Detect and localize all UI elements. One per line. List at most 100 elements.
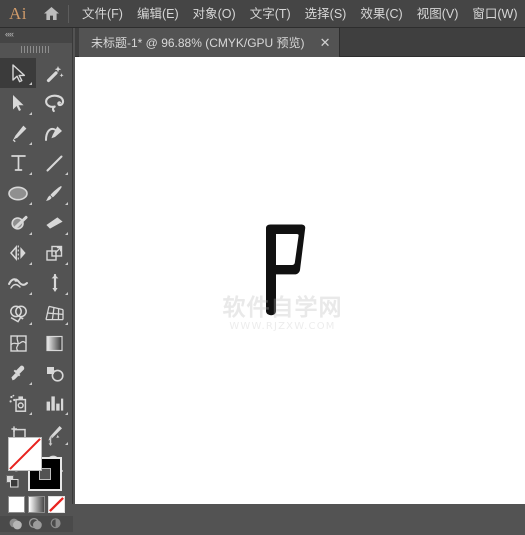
column-graph-tool[interactable] xyxy=(36,388,72,418)
eyedropper-tool-icon xyxy=(10,365,24,380)
symbol-sprayer-tool-icon xyxy=(9,394,26,412)
tool-flyout-corner xyxy=(29,292,32,295)
free-transform-tool-icon xyxy=(51,273,58,292)
menu-select[interactable]: 选择(S) xyxy=(298,3,354,25)
draw-normal-button[interactable] xyxy=(8,516,24,530)
tool-flyout-corner xyxy=(29,382,32,385)
perspective-grid-tool[interactable] xyxy=(36,298,72,328)
draw-normal-icon xyxy=(9,518,22,530)
blend-tool-icon xyxy=(46,366,64,382)
gradient-button[interactable] xyxy=(28,496,45,513)
tool-flyout-corner xyxy=(29,172,32,175)
swap-fill-stroke-icon[interactable] xyxy=(47,434,61,448)
tool-flyout-corner xyxy=(65,412,68,415)
shape-builder-tool[interactable] xyxy=(0,298,36,328)
tool-flyout-corner xyxy=(65,322,68,325)
tool-flyout-corner xyxy=(29,202,32,205)
none-button[interactable] xyxy=(48,496,65,513)
menu-file[interactable]: 文件(F) xyxy=(75,3,130,25)
home-icon-svg xyxy=(43,7,59,20)
app-logo: Ai xyxy=(9,3,27,23)
none-slash-icon xyxy=(49,497,64,512)
default-fill-stroke-icon[interactable] xyxy=(6,475,19,488)
color-button[interactable] xyxy=(8,496,25,513)
width-tool[interactable] xyxy=(0,268,36,298)
tool-flyout-corner xyxy=(65,202,68,205)
shaper-tool[interactable] xyxy=(0,208,36,238)
collapse-panel-icon[interactable]: «« xyxy=(0,28,72,43)
menu-separator xyxy=(68,4,69,23)
menu-view[interactable]: 视图(V) xyxy=(410,3,466,25)
lasso-tool-icon xyxy=(44,94,64,112)
tool-flyout-corner xyxy=(65,172,68,175)
direct-selection-tool[interactable] xyxy=(0,88,36,118)
mesh-tool[interactable] xyxy=(0,328,36,358)
curvature-tool[interactable] xyxy=(36,118,72,148)
magic-wand-tool-icon xyxy=(46,65,64,82)
fill-none-slash-icon xyxy=(9,438,41,470)
pen-tool[interactable] xyxy=(0,118,36,148)
selection-tool-icon xyxy=(11,63,25,82)
shape-builder-tool-icon xyxy=(9,304,27,323)
shaper-tool-icon xyxy=(10,215,27,230)
menu-window[interactable]: 窗口(W) xyxy=(465,3,524,25)
magic-wand-tool[interactable] xyxy=(36,58,72,88)
gradient-tool[interactable] xyxy=(36,328,72,358)
pen-tool-icon xyxy=(12,125,26,142)
blend-tool[interactable] xyxy=(36,358,72,388)
document-tab-title: 未标题-1* @ 96.88% (CMYK/GPU 预览) xyxy=(91,36,305,50)
eraser-tool[interactable] xyxy=(36,208,72,238)
tool-flyout-corner xyxy=(29,232,32,235)
tool-flyout-corner xyxy=(29,322,32,325)
scale-tool-icon xyxy=(45,245,62,261)
draw-inside-icon xyxy=(50,518,61,529)
fill-swatch[interactable] xyxy=(8,437,42,471)
ellipse-tool-icon xyxy=(8,186,28,200)
menu-object[interactable]: 对象(O) xyxy=(186,3,243,25)
line-segment-tool[interactable] xyxy=(36,148,72,178)
free-transform-tool[interactable] xyxy=(36,268,72,298)
symbol-sprayer-tool[interactable] xyxy=(0,388,36,418)
scale-tool[interactable] xyxy=(36,238,72,268)
tool-flyout-corner xyxy=(29,82,32,85)
type-tool[interactable] xyxy=(0,148,36,178)
home-icon[interactable] xyxy=(36,0,66,28)
swap-arrow-icon xyxy=(48,435,60,446)
direct-selection-tool-icon xyxy=(13,95,24,111)
tool-flyout-corner xyxy=(65,232,68,235)
paintbrush-tool[interactable] xyxy=(36,178,72,208)
type-tool-icon xyxy=(10,155,26,171)
document-canvas[interactable]: 软件自学网 WWW.RJZXW.COM xyxy=(75,57,525,504)
paintbrush-tool-icon xyxy=(46,185,62,201)
tool-grid xyxy=(0,56,72,478)
menu-edit[interactable]: 编辑(E) xyxy=(130,3,186,25)
menu-type[interactable]: 文字(T) xyxy=(243,3,298,25)
eyedropper-tool[interactable] xyxy=(0,358,36,388)
tool-flyout-corner xyxy=(65,292,68,295)
mesh-tool-icon xyxy=(9,334,27,352)
document-tab-bar: 未标题-1* @ 96.88% (CMYK/GPU 预览) ✕ xyxy=(75,28,525,57)
tool-flyout-corner xyxy=(29,112,32,115)
default-swatch-icon xyxy=(6,475,19,488)
reflect-tool[interactable] xyxy=(0,238,36,268)
fill-stroke-group xyxy=(0,433,73,495)
column-graph-tool-icon xyxy=(46,396,63,411)
p-shape-fill xyxy=(266,224,306,316)
draw-behind-button[interactable] xyxy=(28,516,44,530)
lasso-tool[interactable] xyxy=(36,88,72,118)
gradient-tool-icon xyxy=(45,335,63,351)
close-icon[interactable]: ✕ xyxy=(317,36,334,50)
document-tab[interactable]: 未标题-1* @ 96.88% (CMYK/GPU 预览) ✕ xyxy=(79,28,341,57)
menu-effect[interactable]: 效果(C) xyxy=(353,3,409,25)
draw-inside-button[interactable] xyxy=(48,516,64,530)
menu-bar: Ai 文件(F) 编辑(E) 对象(O) 文字(T) 选择(S) 效果(C) 视… xyxy=(0,0,525,28)
selection-tool[interactable] xyxy=(0,58,36,88)
tool-flyout-corner xyxy=(29,262,32,265)
tool-panel: «« xyxy=(0,28,73,532)
panel-grip-dots xyxy=(21,46,51,53)
width-tool-icon xyxy=(8,277,28,289)
p-shape-path[interactable] xyxy=(75,57,525,504)
ellipse-tool[interactable] xyxy=(0,178,36,208)
color-mode-group xyxy=(0,494,73,516)
panel-grip[interactable] xyxy=(0,43,72,56)
